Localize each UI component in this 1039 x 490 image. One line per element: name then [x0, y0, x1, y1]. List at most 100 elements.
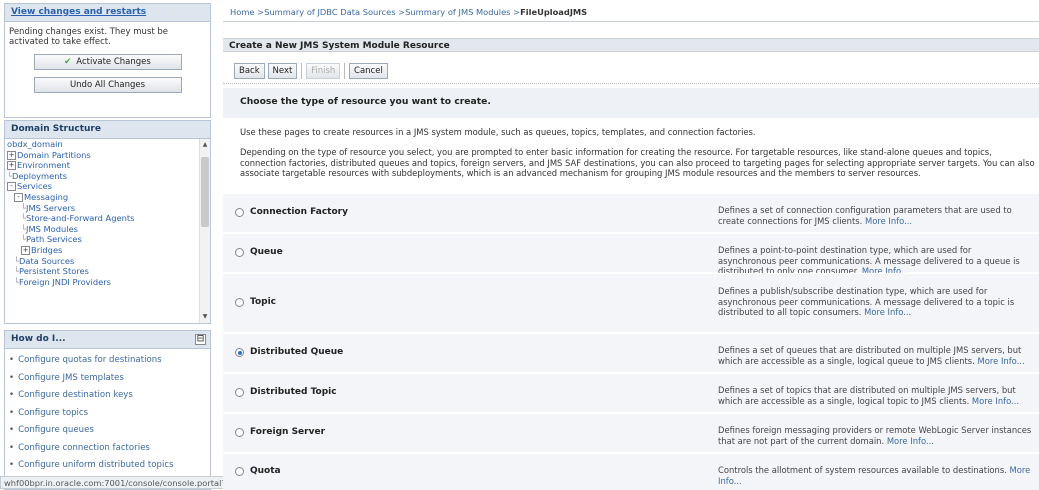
- tree-item[interactable]: + Environment: [7, 160, 199, 171]
- resource-type-label: Foreign Server: [250, 427, 326, 437]
- tree-item-label[interactable]: JMS Servers: [26, 203, 75, 213]
- resource-type-radio[interactable]: [235, 467, 244, 476]
- tree-item[interactable]: + Bridges: [7, 245, 199, 256]
- breadcrumb-trail[interactable]: Home >Summary of JDBC Data Sources >Summ…: [230, 7, 520, 17]
- detail-paragraph: Depending on the type of resource you se…: [240, 147, 1035, 178]
- how-do-i-item: • Configure JMS templates: [9, 373, 210, 391]
- tree-item-label[interactable]: Services: [17, 181, 52, 191]
- tree-item-label[interactable]: Store-and-Forward Agents: [26, 213, 134, 223]
- change-center-title[interactable]: View changes and restarts: [5, 4, 210, 22]
- breadcrumb-current: FileUploadJMS: [520, 7, 588, 17]
- tree-item[interactable]: obdx_domain: [7, 139, 199, 150]
- how-do-i-link[interactable]: Configure connection factories: [18, 443, 150, 453]
- resource-type-radio[interactable]: [235, 428, 244, 437]
- resource-type-description: Defines a set of connection configuratio…: [718, 205, 1032, 226]
- description-text: Defines foreign messaging providers or r…: [718, 425, 1032, 446]
- left-sidebar: View changes and restarts Pending change…: [0, 0, 322, 490]
- domain-structure-panel: Domain Structure obdx_domain + Domain Part…: [4, 120, 211, 324]
- tree-item[interactable]: - Services: [7, 181, 199, 192]
- resource-type-label: Distributed Topic: [250, 387, 337, 397]
- more-info-link[interactable]: More Info...: [972, 396, 1019, 406]
- expand-icon[interactable]: +: [21, 245, 30, 255]
- tree-item-label[interactable]: JMS Modules: [26, 224, 78, 234]
- section-heading: Choose the type of resource you want to …: [240, 96, 491, 107]
- resource-type-radio[interactable]: [235, 388, 244, 397]
- toolbar-divider: [344, 63, 346, 79]
- breadcrumb: Home >Summary of JDBC Data Sources >Summ…: [230, 7, 587, 17]
- tree-item[interactable]: └JMS Servers: [7, 203, 199, 214]
- resource-type-radio[interactable]: [235, 208, 244, 217]
- tree-item-label[interactable]: obdx_domain: [7, 139, 63, 149]
- activate-changes-button[interactable]: ✔ Activate Changes: [33, 54, 182, 70]
- main-content: Home >Summary of JDBC Data Sources >Summ…: [223, 0, 1039, 490]
- how-do-i-link[interactable]: Configure destination keys: [18, 390, 133, 400]
- how-do-i-item: • Configure destination keys: [9, 390, 210, 408]
- collapse-icon[interactable]: ⊟: [195, 334, 206, 345]
- tree-scrollbar[interactable]: ▲ ▼: [199, 139, 210, 323]
- more-info-link[interactable]: More Info...: [865, 216, 912, 226]
- expand-icon[interactable]: +: [7, 161, 16, 171]
- tree-item-label[interactable]: Persistent Stores: [19, 266, 89, 276]
- collapse-icon[interactable]: -: [7, 182, 16, 192]
- how-do-i-panel: How do I... ⊟ • Configure quotas for dest…: [4, 330, 211, 490]
- resource-option-row: Connection Factory Defines a set of conne…: [223, 193, 1039, 232]
- tree-item[interactable]: └Foreign JNDI Providers: [7, 277, 199, 288]
- resource-type-label: Distributed Queue: [250, 347, 344, 357]
- how-do-i-link[interactable]: Configure queues: [18, 425, 94, 435]
- how-do-i-link[interactable]: Configure uniform distributed topics: [18, 460, 173, 470]
- toolbar-divider: [301, 63, 303, 79]
- tree-item-label[interactable]: Environment: [17, 160, 70, 170]
- scroll-down-icon[interactable]: ▼: [200, 313, 210, 320]
- resource-type-description: Defines a set of queues that are distrib…: [718, 345, 1032, 366]
- scroll-up-icon[interactable]: ▲: [200, 141, 210, 148]
- tree-item[interactable]: └Store-and-Forward Agents: [7, 213, 199, 224]
- back-button[interactable]: Back: [234, 63, 265, 79]
- tree-item-label[interactable]: Foreign JNDI Providers: [19, 277, 111, 287]
- next-button[interactable]: Next: [267, 63, 298, 79]
- resource-type-radio[interactable]: [235, 348, 244, 357]
- resource-option-row: Topic Defines a publish/subscribe destina…: [223, 273, 1039, 332]
- undo-all-changes-button[interactable]: Undo All Changes: [33, 77, 182, 93]
- domain-tree: obdx_domain + Domain Partitions + Environmen…: [5, 139, 199, 323]
- tree-item-label[interactable]: Messaging: [24, 192, 68, 202]
- bullet-icon: •: [9, 390, 15, 400]
- how-do-i-link[interactable]: Configure topics: [18, 408, 88, 418]
- tree-item-label[interactable]: Path Services: [26, 234, 82, 244]
- tree-item[interactable]: └Data Sources: [7, 256, 199, 267]
- tree-item[interactable]: └JMS Modules: [7, 224, 199, 235]
- bullet-icon: •: [9, 442, 15, 453]
- how-do-i-link[interactable]: Configure quotas for destinations: [18, 355, 162, 365]
- resource-type-radio[interactable]: [235, 298, 244, 307]
- more-info-link[interactable]: More Info...: [864, 307, 911, 317]
- breadcrumb-divider: [223, 21, 1039, 22]
- domain-structure-title: Domain Structure: [5, 121, 210, 139]
- tree-item[interactable]: - Messaging: [7, 192, 199, 203]
- how-do-i-item: • Configure uniform distributed topics: [9, 460, 210, 478]
- tree-item[interactable]: └Path Services: [7, 234, 199, 245]
- tree-item[interactable]: + Domain Partitions: [7, 150, 199, 161]
- scrollbar-thumb[interactable]: [201, 157, 209, 227]
- cancel-button[interactable]: Cancel: [349, 63, 388, 79]
- tree-item-label[interactable]: Domain Partitions: [17, 150, 91, 160]
- tree-item-label[interactable]: Deployments: [12, 171, 67, 181]
- how-do-i-list: • Configure quotas for destinations • Confi…: [5, 349, 210, 478]
- tree-item[interactable]: └Persistent Stores: [7, 266, 199, 277]
- finish-button[interactable]: Finish: [306, 63, 341, 79]
- expand-icon[interactable]: +: [7, 150, 16, 160]
- resource-type-description: Defines a publish/subscribe destination …: [718, 286, 1032, 318]
- resource-option-row: Distributed Queue Defines a set of queues…: [223, 333, 1039, 372]
- how-do-i-link[interactable]: Configure JMS templates: [18, 373, 124, 383]
- resource-type-label: Connection Factory: [250, 207, 348, 217]
- bullet-icon: •: [9, 460, 15, 470]
- resource-option-row: Foreign Server Defines foreign messaging …: [223, 413, 1039, 452]
- collapse-icon[interactable]: -: [14, 192, 23, 202]
- resource-type-label: Topic: [250, 297, 276, 307]
- more-info-link[interactable]: More Info...: [978, 356, 1025, 366]
- resource-type-radio[interactable]: [235, 248, 244, 257]
- resource-option-row: Distributed Topic Defines a set of topics…: [223, 373, 1039, 412]
- more-info-link[interactable]: More Info...: [887, 436, 934, 446]
- tree-item-label[interactable]: Bridges: [31, 245, 62, 255]
- tree-item-label[interactable]: Data Sources: [19, 256, 74, 266]
- tree-item[interactable]: └Deployments: [7, 171, 199, 182]
- dotted-divider: [223, 83, 1039, 84]
